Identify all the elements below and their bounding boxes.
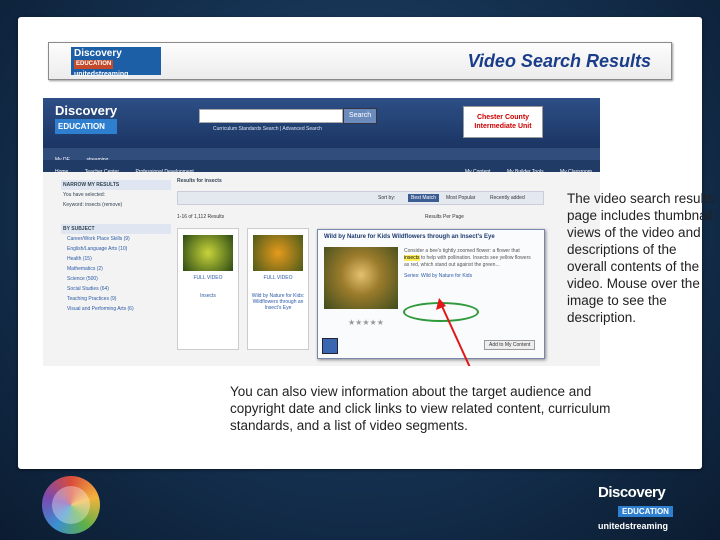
card-title[interactable]: Insects xyxy=(180,293,236,299)
results-count: 1-16 of 1,112 Results xyxy=(177,214,225,220)
website-screenshot: Discovery EDUCATION Search Curriculum St… xyxy=(43,98,600,366)
sidebar-keyword[interactable]: Keyword: insects (remove) xyxy=(61,200,171,210)
logo-text: EDUCATION xyxy=(74,60,114,69)
logo-text: Discovery xyxy=(74,48,122,59)
popup-desc-highlight: insects xyxy=(404,255,420,261)
video-thumbnail[interactable] xyxy=(253,235,303,271)
sidebar-subject-item[interactable]: Mathematics (2) xyxy=(61,264,171,274)
discovery-logo-header: Discovery EDUCATION unitedstreaming xyxy=(71,47,161,78)
site-logo-text: Discovery xyxy=(55,103,118,118)
bottom-description: You can also view information about the … xyxy=(230,384,611,433)
search-button[interactable]: Search xyxy=(343,108,377,124)
card-type: FULL VIDEO xyxy=(193,275,223,281)
video-preview-popup: Wild by Nature for Kids Wildflowers thro… xyxy=(317,229,545,359)
card-title[interactable]: Wild by Nature for Kids: Wildflowers thr… xyxy=(250,293,306,311)
footer-logo-sub: EDUCATION xyxy=(618,506,673,517)
site-logo[interactable]: Discovery EDUCATION xyxy=(55,103,118,134)
main-nav: Home Teacher Center Professional Develop… xyxy=(43,160,600,175)
nav-teacher-center[interactable]: Teacher Center xyxy=(85,169,119,175)
popup-desc-text: to help with pollination. Insects see ye… xyxy=(404,255,531,268)
sort-most-popular[interactable]: Most Popular xyxy=(446,195,475,201)
nav-my-builder-tools[interactable]: My Builder Tools xyxy=(507,169,544,175)
popup-title: Wild by Nature for Kids Wildflowers thro… xyxy=(324,234,495,240)
footer-logo-unitedstreaming: unitedstreaming xyxy=(598,521,669,531)
search-input[interactable] xyxy=(199,109,343,123)
sidebar-heading: NARROW MY RESULTS xyxy=(61,180,171,190)
sidebar-subject-item[interactable]: Social Studies (64) xyxy=(61,284,171,294)
popup-series-link[interactable]: Series: Wild by Nature for Kids xyxy=(404,273,534,280)
popup-action-icon[interactable] xyxy=(322,338,338,354)
sidebar-subject-item[interactable]: Health (15) xyxy=(61,254,171,264)
top-nav: My DE streaming xyxy=(43,148,600,163)
title-bar: Discovery EDUCATION unitedstreaming Vide… xyxy=(48,42,672,80)
popup-description: Consider a bee's tightly zoomed flower: … xyxy=(404,248,534,280)
nav-my-content[interactable]: My Content xyxy=(465,169,491,175)
nav-professional-development[interactable]: Professional Development xyxy=(135,169,193,175)
result-card[interactable]: FULL VIDEO Insects xyxy=(177,228,239,350)
sidebar-subject-item[interactable]: English/Language Arts (10) xyxy=(61,244,171,254)
partner-logo: Chester County Intermediate Unit xyxy=(463,106,543,138)
globe-icon xyxy=(42,476,100,534)
popup-image[interactable] xyxy=(324,247,398,309)
red-arrow-icon xyxy=(436,298,471,366)
rating-stars[interactable]: ★★★★★ xyxy=(348,318,384,327)
sidebar-subject-item[interactable]: Career/Work Place Skills (9) xyxy=(61,234,171,244)
video-thumbnail[interactable] xyxy=(183,235,233,271)
per-page-label: Results Per Page xyxy=(425,214,464,220)
nav-my-classroom[interactable]: My Classroom xyxy=(560,169,592,175)
search-links[interactable]: Curriculum Standards Search | Advanced S… xyxy=(213,126,322,132)
footer-logo-text: Discovery xyxy=(598,484,666,501)
sidebar-subject-heading: BY SUBJECT xyxy=(61,224,171,234)
sort-recently-added[interactable]: Recently added xyxy=(490,195,525,201)
card-type: FULL VIDEO xyxy=(263,275,293,281)
sidebar-subject-item[interactable]: Science (500) xyxy=(61,274,171,284)
sort-best-match[interactable]: Best Match xyxy=(408,194,440,202)
sort-bar: Sort by: Best Match Most Popular Recentl… xyxy=(177,191,544,205)
side-description: The video search results page includes t… xyxy=(567,191,715,325)
results-title: Results for insects xyxy=(177,178,222,184)
sidebar-subject-item[interactable]: Visual and Performing Arts (6) xyxy=(61,304,171,314)
sidebar-selected-label: You have selected: xyxy=(63,192,106,198)
nav-home[interactable]: Home xyxy=(55,169,68,175)
site-logo-sub: EDUCATION xyxy=(55,119,118,134)
logo-text: unitedstreaming xyxy=(74,71,129,78)
discovery-logo-footer: Discovery EDUCATION unitedstreaming xyxy=(598,484,698,531)
popup-desc-text: Consider a bee's tightly zoomed flower: … xyxy=(404,248,520,254)
site-header: Discovery EDUCATION Search Curriculum St… xyxy=(43,98,600,148)
sidebar-subject-item[interactable]: Teaching Practices (9) xyxy=(61,294,171,304)
slide-title: Video Search Results xyxy=(467,51,651,71)
sort-label: Sort by: xyxy=(378,195,396,201)
filter-sidebar: NARROW MY RESULTS You have selected: Key… xyxy=(61,180,171,366)
result-card[interactable]: FULL VIDEO Wild by Nature for Kids: Wild… xyxy=(247,228,309,350)
